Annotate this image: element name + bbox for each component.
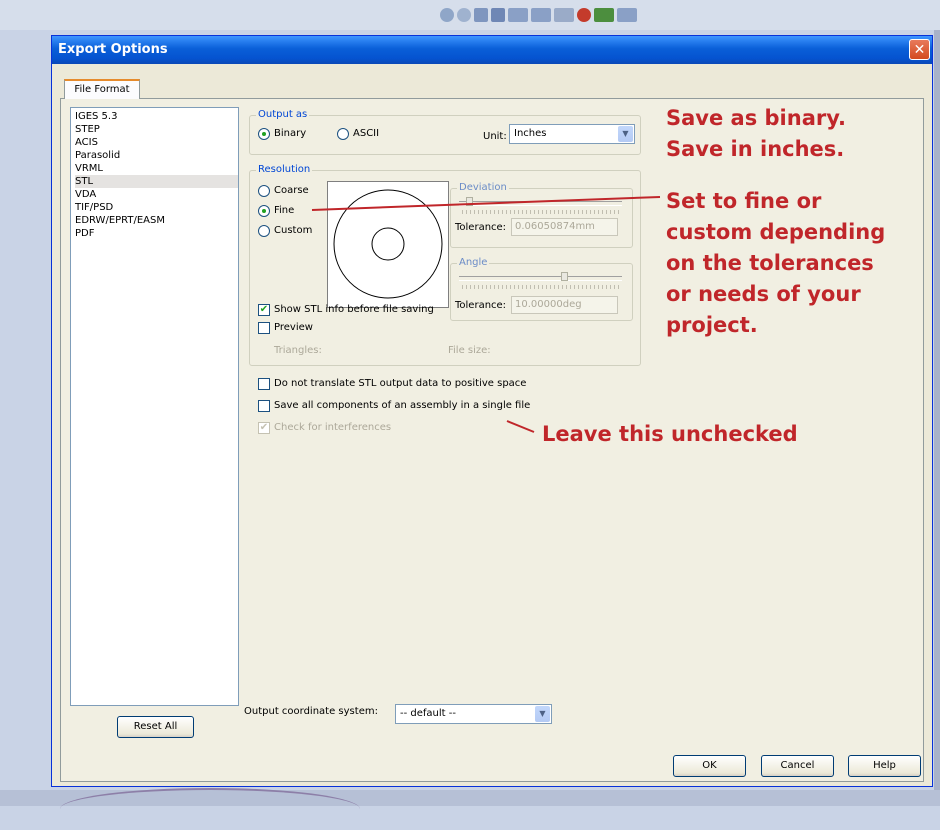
unchecked-pointer-line — [506, 420, 535, 433]
annotation-binary-line1: Save as binary. — [666, 106, 846, 130]
annotation-fine-line3: on the tolerances — [666, 251, 874, 275]
annotation-unchecked: Leave this unchecked — [542, 422, 798, 446]
annotation-fine-line2: custom depending — [666, 220, 886, 244]
annotation-fine-line1: Set to fine or — [666, 189, 822, 213]
annotation-binary-line2: Save in inches. — [666, 137, 845, 161]
annotation-fine-line4: or needs of your — [666, 282, 861, 306]
fine-pointer-line — [311, 196, 661, 211]
annotation-fine-line5: project. — [666, 313, 758, 337]
